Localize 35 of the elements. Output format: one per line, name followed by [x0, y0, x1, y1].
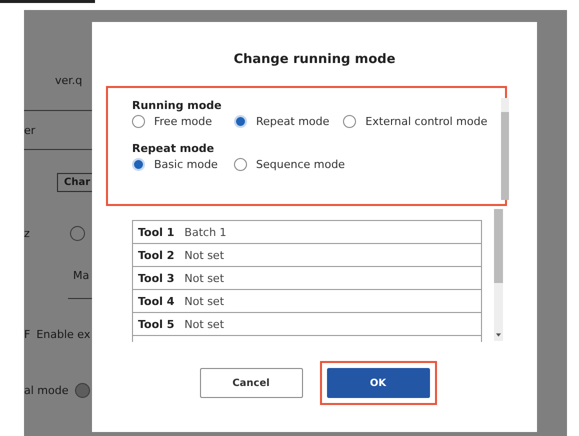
tool-name: Tool 3: [138, 272, 174, 284]
tool-value: Not set: [184, 248, 224, 262]
ok-button[interactable]: OK: [326, 368, 430, 398]
tool-value: Not set: [184, 318, 224, 330]
field-text: er: [24, 124, 36, 136]
radio-option[interactable]: Repeat mode: [234, 115, 330, 128]
tool-name: Tool 1: [138, 226, 174, 238]
tab-label[interactable]: Ma: [73, 268, 90, 282]
tool-value: Not set: [184, 272, 224, 284]
mode-label: al mode: [24, 384, 68, 396]
radio-option[interactable]: Sequence mode: [234, 158, 345, 171]
cancel-button[interactable]: Cancel: [200, 368, 302, 398]
scrollbar[interactable]: [501, 98, 510, 200]
scrollbar[interactable]: [494, 209, 503, 341]
version-text: ver.q: [55, 74, 82, 86]
tool-name: Tool 5: [138, 318, 174, 330]
checkbox-label: Enable ex: [36, 328, 90, 340]
radio-option[interactable]: Basic mode: [132, 158, 222, 171]
radio-option[interactable]: Free mode: [132, 115, 222, 128]
row-label: z: [24, 226, 30, 240]
radio-icon[interactable]: [132, 115, 145, 128]
scroll-down-icon[interactable]: [496, 333, 501, 337]
radio-icon[interactable]: [343, 115, 356, 128]
group-label: Running mode: [132, 99, 223, 112]
radio-icon[interactable]: [234, 158, 247, 171]
tool-name: Tool 2: [138, 248, 174, 262]
tool-name: Tool 4: [138, 294, 174, 308]
radio-button[interactable]: [70, 226, 85, 240]
group-label: Repeat mode: [132, 142, 216, 155]
flag-text: F: [24, 328, 30, 340]
radio-option[interactable]: External control mode: [343, 115, 488, 128]
radio-button[interactable]: [74, 382, 90, 398]
dialog-title: Change running mode: [232, 52, 396, 67]
tool-value: Not set: [184, 294, 224, 308]
tool-value: Batch 1: [184, 226, 227, 238]
